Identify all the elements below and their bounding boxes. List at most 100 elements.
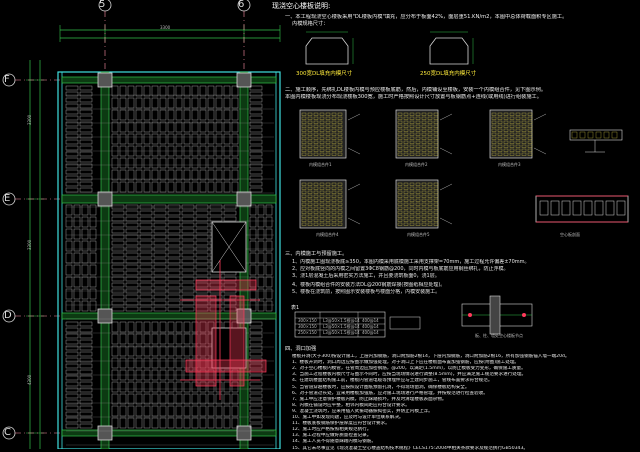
section-4-item: 13、施工过程中应做好质量检查记录。 bbox=[292, 433, 372, 439]
detail-cell bbox=[587, 131, 594, 139]
section-label-300: 300宽DL填充内模尺寸 bbox=[296, 71, 353, 77]
hollow-core-module bbox=[89, 204, 97, 216]
hollow-core-module bbox=[119, 169, 127, 181]
notes-p3: 三、内模施工与预留施工。 bbox=[285, 251, 348, 257]
hollow-core-module bbox=[89, 240, 97, 252]
hollow-core-module bbox=[191, 85, 199, 97]
hollow-core-module bbox=[151, 109, 159, 121]
hollow-core-module bbox=[65, 264, 73, 276]
hollow-core-module bbox=[139, 306, 153, 312]
hollow-core-module bbox=[143, 393, 151, 405]
hollow-core-module bbox=[111, 85, 119, 97]
hollow-core-module bbox=[65, 163, 79, 169]
hollow-core-module bbox=[125, 306, 139, 312]
hollow-core-module bbox=[81, 288, 89, 300]
hollow-core-module bbox=[65, 204, 73, 216]
hollow-core-module bbox=[65, 187, 79, 193]
hollow-core-module bbox=[249, 288, 257, 300]
hollow-core-module bbox=[207, 169, 215, 181]
hollow-core-module bbox=[79, 85, 93, 91]
hollow-core-module bbox=[207, 393, 215, 405]
notes-p4-b: 5、楼板在浇筑前，按照图示安装楼板与楼面分格，内模安装施工。 bbox=[292, 289, 441, 295]
section-4-item: 楼板开洞(大于300)按设计施工，上层内加钢筋，洞口附加筋2根14，下层内加钢筋… bbox=[292, 354, 570, 359]
hollow-core-module bbox=[153, 234, 167, 240]
hollow-core-module bbox=[249, 252, 257, 264]
hollow-core-module bbox=[191, 181, 199, 193]
section-4-item: 3、当施工过程楼板内模尺寸与图示不同时，应按当现场情况进行调整(8.5mm)，并… bbox=[292, 372, 527, 378]
hollow-core-module bbox=[135, 345, 143, 357]
hollow-core-module bbox=[175, 381, 183, 393]
column bbox=[236, 191, 252, 207]
hollow-core-module bbox=[159, 321, 167, 333]
hollow-core-module bbox=[249, 423, 263, 429]
hollow-core-module bbox=[191, 405, 199, 417]
hollow-core-module bbox=[111, 258, 125, 264]
hollow-core-module bbox=[65, 169, 79, 175]
hollow-core-module bbox=[135, 157, 143, 169]
hollow-core-module bbox=[175, 333, 183, 345]
hollow-core-module bbox=[111, 321, 119, 333]
hollow-core-module bbox=[135, 393, 143, 405]
hollow-core-module bbox=[159, 333, 167, 345]
hollow-core-module bbox=[119, 121, 127, 133]
hollow-core-module bbox=[125, 228, 139, 234]
hollow-core-module bbox=[195, 228, 209, 234]
hollow-core-module bbox=[65, 345, 79, 351]
hollow-core-module bbox=[175, 121, 183, 133]
leader-line bbox=[439, 147, 453, 155]
hollow-core-module bbox=[139, 258, 153, 264]
caption-assembly-5: 内模组合件5 bbox=[407, 232, 430, 237]
hollow-core-module bbox=[153, 240, 167, 246]
hollow-core-module bbox=[191, 169, 199, 181]
hollow-core-module bbox=[159, 97, 167, 109]
hollow-core-module bbox=[119, 321, 127, 333]
hollow-core-module bbox=[249, 115, 263, 121]
hollow-core-module bbox=[215, 85, 223, 97]
beam bbox=[100, 71, 110, 449]
hollow-core-module bbox=[139, 228, 153, 234]
hollow-core-module bbox=[125, 252, 139, 258]
hollow-core-module bbox=[65, 181, 79, 187]
hollow-core-module bbox=[223, 405, 231, 417]
hollow-core-module bbox=[79, 163, 93, 169]
hollow-core-module bbox=[265, 288, 273, 300]
hollow-core-module bbox=[223, 381, 231, 393]
caption-assembly-4: 内模组合件4 bbox=[316, 232, 339, 237]
hollow-core-module bbox=[65, 228, 73, 240]
hollow-core-module bbox=[207, 133, 215, 145]
hollow-core-module bbox=[143, 381, 151, 393]
notes-p1: 一、本工程现浇空心楼板采用"DL楼板内模"填充，应分布于板面42%，面层重51.… bbox=[285, 14, 568, 20]
hollow-core-module bbox=[257, 276, 265, 288]
hollow-core-module bbox=[195, 270, 209, 276]
hollow-core-module bbox=[257, 216, 265, 228]
hollow-core-module bbox=[207, 157, 215, 169]
hollow-core-module bbox=[151, 357, 159, 369]
hollow-core-module bbox=[127, 181, 135, 193]
hollow-core-module bbox=[257, 252, 265, 264]
hollow-core-module bbox=[167, 417, 175, 429]
hollow-core-module bbox=[159, 133, 167, 145]
hollow-core-module bbox=[127, 345, 135, 357]
hollow-core-module bbox=[175, 405, 183, 417]
hollow-core-module bbox=[183, 381, 191, 393]
hollow-core-module bbox=[65, 121, 79, 127]
hollow-core-module bbox=[81, 264, 89, 276]
hollow-core-module bbox=[125, 282, 139, 288]
dimension-left-3: 4300 bbox=[27, 374, 32, 385]
hollow-core-module bbox=[127, 85, 135, 97]
hollow-core-module bbox=[249, 85, 263, 91]
hollow-core-module bbox=[79, 133, 93, 139]
hollow-core-module bbox=[65, 252, 73, 264]
hollow-core-module bbox=[181, 216, 195, 222]
detail-cell bbox=[603, 131, 610, 139]
hollow-core-module bbox=[119, 345, 127, 357]
hollow-core-module bbox=[249, 145, 263, 151]
assembly-piece-2 bbox=[395, 109, 439, 159]
grid-axis-d-label: D bbox=[4, 310, 12, 321]
hollow-core-module bbox=[231, 393, 239, 405]
hollow-core-module bbox=[257, 228, 265, 240]
hollow-core-module bbox=[65, 393, 79, 399]
hollow-core-module bbox=[139, 210, 153, 216]
hollow-core-module bbox=[231, 97, 239, 109]
grid-axis-6-label: 6 bbox=[238, 0, 245, 10]
